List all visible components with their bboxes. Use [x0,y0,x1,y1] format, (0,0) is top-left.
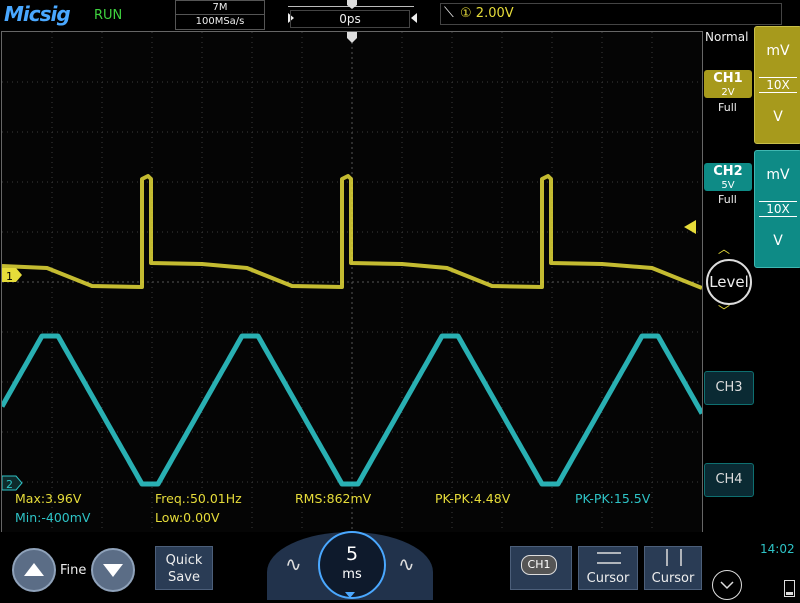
offset-right-arrow [411,13,417,23]
ch4-button[interactable]: CH4 [704,463,754,497]
clock: 14:02 [760,542,795,556]
ch2-probe-ratio[interactable]: 10X [759,201,797,217]
fine-down-button[interactable] [91,548,135,592]
vertical-cursor-button[interactable]: Cursor [644,546,702,590]
triangle-up-icon [24,563,44,576]
ch1-vertical-selector[interactable]: mV 10X V [754,26,800,144]
ch3-button[interactable]: CH3 [704,371,754,405]
cursor-label-2: Cursor [651,571,695,586]
vertical-cursor-icon [666,549,682,566]
triangle-down-icon [103,564,123,577]
memory-depth: 7M [176,1,264,15]
ch2-marker-label: 2 [6,478,13,491]
horizontal-cursor-button[interactable]: Cursor [578,546,638,590]
acquisition-info[interactable]: 7M 100MSa/s [175,0,265,30]
ch1-unit-bottom[interactable]: V [755,109,800,125]
horizontal-cursor-icon [597,552,621,564]
battery-icon [784,580,795,597]
timebase-pointer-icon [345,592,355,598]
ch2-unit-top[interactable]: mV [755,167,800,183]
meas-pkpk-ch2: PK-PK:15.5V [575,491,651,506]
quick-save-button[interactable]: Quick Save [155,546,213,590]
level-up-icon[interactable]: ︿ [718,240,730,257]
sample-rate: 100MSa/s [195,16,245,27]
timebase-unit: ms [342,567,362,582]
ch1-unit-top[interactable]: mV [755,43,800,59]
ch2-button[interactable]: CH2 5V [704,163,752,191]
meas-pkpk-ch1: PK-PK:4.48V [435,491,511,506]
ch1-probe-ratio[interactable]: 10X [759,77,797,93]
channel-stack-icon: CH1 [521,555,557,575]
ch2-label: CH2 [713,164,743,179]
rising-edge-icon: ⟍ [444,5,454,21]
brand-logo: Micsig [4,2,71,26]
waveform-display[interactable]: 12 [0,31,705,533]
level-down-icon[interactable]: ﹀ [718,302,730,319]
chevron-down-icon [720,581,734,590]
trigger-level-text: ① 2.00V [460,6,514,21]
meas-rms: RMS:862mV [295,491,372,506]
trigger-mode[interactable]: Normal [705,30,748,44]
sine-left-icon[interactable]: ∿ [285,552,302,576]
sine-right-icon[interactable]: ∿ [398,552,415,576]
trigger-position-marker [347,0,357,9]
quick-save-line1: Quick [165,553,203,568]
select-channel-button[interactable]: CH1 [510,546,572,590]
meas-min: Min:-400mV [15,510,91,525]
ch2-vertical-selector[interactable]: mV 10X V [754,150,800,268]
meas-max: Max:3.96V [15,491,82,506]
ch1-scale: 2V [721,87,735,98]
quick-save-line2: Save [168,570,200,585]
menu-toggle-button[interactable] [712,570,742,600]
ch2-unit-bottom[interactable]: V [755,233,800,249]
timebase-value: 5 [345,543,359,565]
ch2-scale: 5V [721,180,735,191]
trigger-level-arrow-icon [684,220,696,234]
timebase-knob[interactable]: 5 ms [318,531,386,599]
waveform-canvas: 12 [0,32,705,532]
ch1-button[interactable]: CH1 2V [704,70,752,98]
ch1-label: CH1 [713,71,743,86]
meas-freq: Freq.:50.01Hz [155,491,242,506]
time-offset-value[interactable]: 0ps [290,10,410,28]
ch1-bandwidth: Full [718,101,737,114]
fine-label: Fine [60,563,87,578]
run-status[interactable]: RUN [94,8,122,23]
level-button[interactable]: Level [706,259,752,305]
cursor-label-1: Cursor [586,571,630,586]
ch2-bandwidth: Full [718,193,737,206]
ch1-marker-label: 1 [6,270,13,283]
meas-low: Low:0.00V [155,510,220,525]
trigger-time-marker [347,32,357,43]
fine-up-button[interactable] [12,548,56,592]
